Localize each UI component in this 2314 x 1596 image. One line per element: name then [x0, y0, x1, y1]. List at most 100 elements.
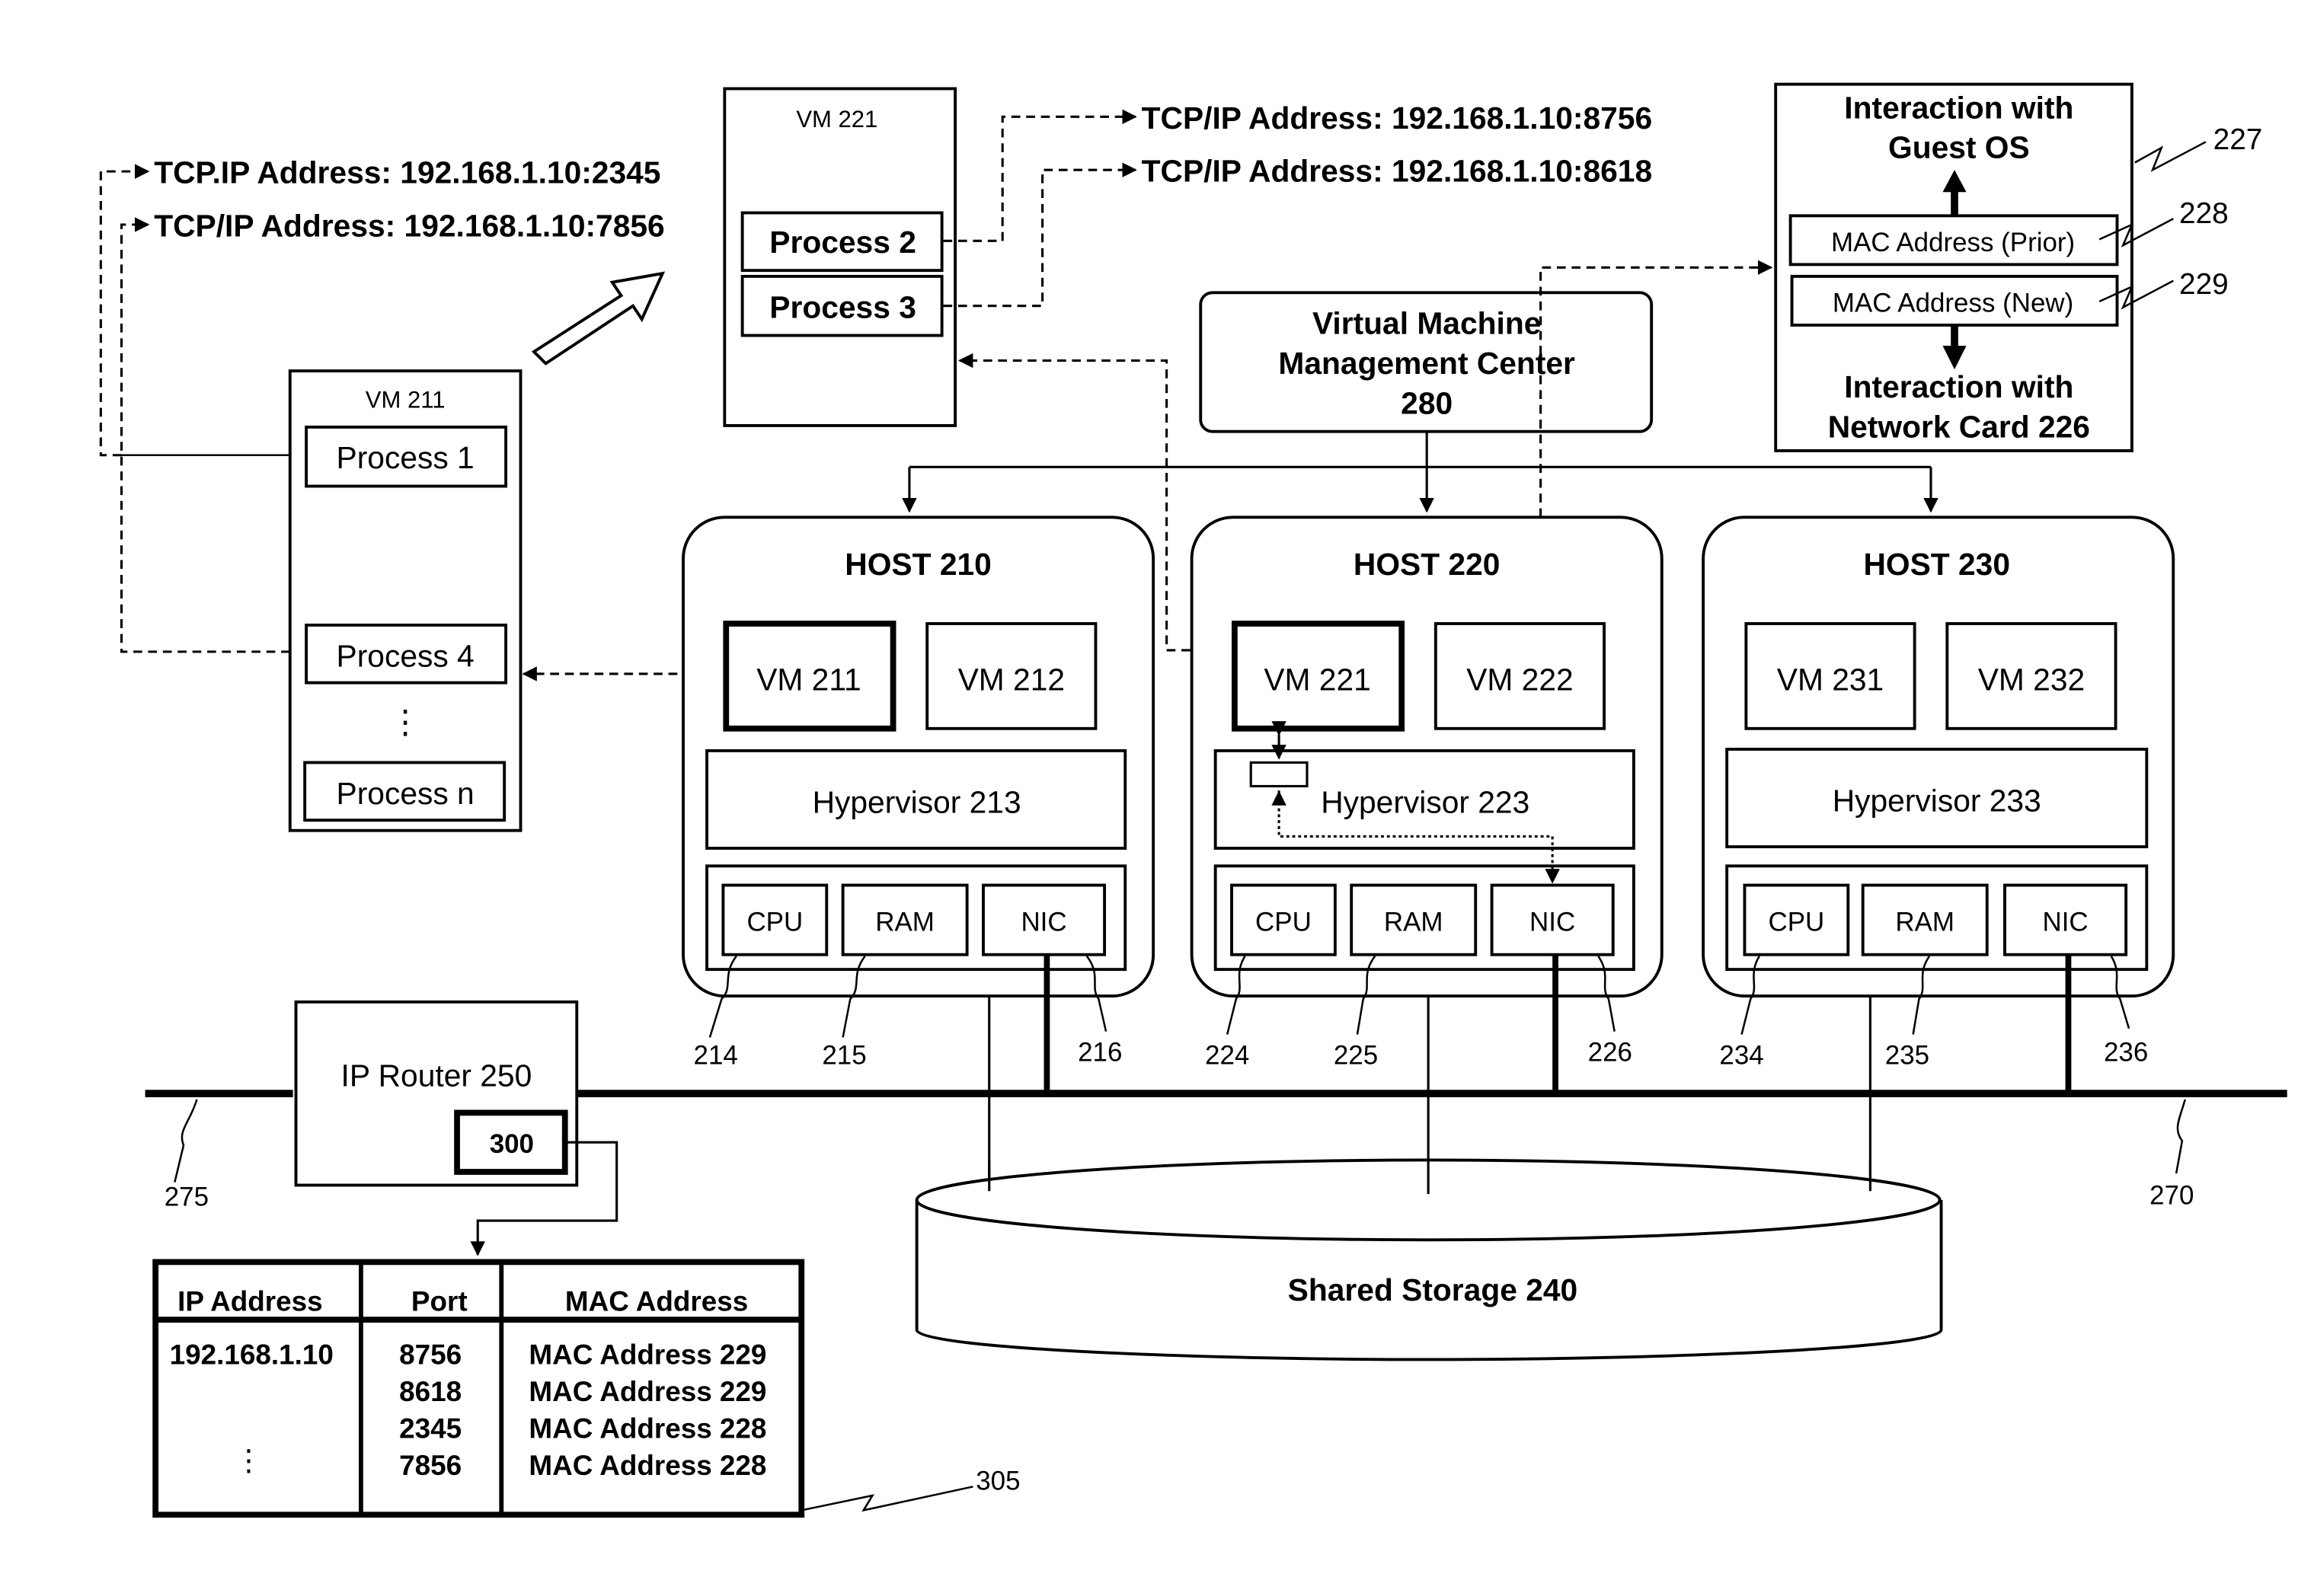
vm-232[interactable]: VM 232: [1945, 622, 2117, 730]
svg-text:TCP/IP Address: 192.168.1.10:8: TCP/IP Address: 192.168.1.10:8618: [1142, 154, 1653, 189]
svg-text:HOST 220: HOST 220: [1354, 547, 1501, 582]
nic-216[interactable]: NIC: [982, 883, 1107, 956]
tcp-label-process-3: TCP/IP Address: 192.168.1.10:8618: [943, 154, 1653, 308]
ref-228: 228: [2179, 197, 2229, 230]
svg-text:VM 222: VM 222: [1466, 662, 1573, 697]
vm221-detail-title: VM 221: [796, 106, 877, 132]
svg-text:HOST 210: HOST 210: [845, 547, 992, 582]
ram-235[interactable]: RAM: [1861, 883, 1989, 956]
svg-text:CPU: CPU: [1769, 908, 1825, 937]
svg-text:CPU: CPU: [1255, 908, 1312, 937]
svg-text:RAM: RAM: [875, 908, 935, 937]
col-header-ip: IP Address: [177, 1285, 323, 1317]
ref-235: 235: [1885, 1040, 1929, 1070]
nic-226[interactable]: NIC: [1490, 883, 1615, 956]
vm211-detail-panel: VM 211 Process 1 Process 4 ⋮ Process n: [288, 369, 523, 832]
svg-text:Shared Storage 240: Shared Storage 240: [1288, 1272, 1577, 1307]
table-row: 8756 MAC Address 229: [399, 1339, 766, 1370]
svg-text:MAC Address 229: MAC Address 229: [529, 1339, 766, 1370]
table-row: 2345 MAC Address 228: [399, 1412, 766, 1444]
vm-221[interactable]: VM 221: [1232, 621, 1405, 732]
ref-226: 226: [1588, 1037, 1632, 1067]
table-row: 7856 MAC Address 228: [399, 1450, 766, 1481]
shared-storage-240[interactable]: Shared Storage 240: [915, 1158, 1943, 1361]
svg-text:MAC Address (Prior): MAC Address (Prior): [1831, 228, 2075, 257]
svg-text:8756: 8756: [399, 1339, 462, 1370]
vm211-detail-title: VM 211: [366, 387, 446, 413]
mac-translation-module[interactable]: [1249, 761, 1309, 788]
hypervisor-233[interactable]: Hypervisor 233: [1725, 748, 2149, 848]
ref-225: 225: [1334, 1040, 1378, 1070]
table-row: 8618 MAC Address 229: [399, 1376, 766, 1407]
ref-236: 236: [2104, 1037, 2148, 1067]
ram-225[interactable]: RAM: [1350, 883, 1478, 956]
svg-text:VM 231: VM 231: [1777, 662, 1884, 697]
vm-212[interactable]: VM 212: [925, 622, 1098, 730]
vm-211[interactable]: VM 211: [723, 621, 897, 732]
svg-text:TCP/IP Address: 192.168.1.10:7: TCP/IP Address: 192.168.1.10:7856: [154, 209, 665, 244]
svg-text:300: 300: [490, 1129, 534, 1159]
ref-215: 215: [822, 1040, 866, 1070]
svg-text:Guest OS: Guest OS: [1888, 130, 2030, 165]
cell-ip: 192.168.1.10: [170, 1339, 334, 1370]
ref-214: 214: [694, 1040, 738, 1070]
svg-text:TCP.IP Address: 192.168.1.10:2: TCP.IP Address: 192.168.1.10:2345: [154, 155, 660, 190]
process-4-box[interactable]: Process 4: [305, 623, 508, 685]
ram-215[interactable]: RAM: [841, 883, 969, 956]
vm-migration-diagram: TCP.IP Address: 192.168.1.10:2345 TCP/IP…: [99, 82, 2287, 1518]
svg-text:CPU: CPU: [746, 908, 803, 937]
cpu-224[interactable]: CPU: [1230, 883, 1337, 956]
vm-222[interactable]: VM 222: [1433, 622, 1606, 730]
process-1-box[interactable]: Process 1: [305, 425, 508, 488]
svg-text:NIC: NIC: [1529, 908, 1575, 937]
svg-text:Process 2: Process 2: [769, 225, 916, 260]
svg-text:TCP/IP Address: 192.168.1.10:8: TCP/IP Address: 192.168.1.10:8756: [1142, 101, 1653, 136]
svg-text:Network Card 226: Network Card 226: [1828, 409, 2090, 444]
mapping-module-300[interactable]: 300: [454, 1109, 568, 1175]
svg-text:VM 212: VM 212: [958, 662, 1065, 697]
svg-text:Management Center: Management Center: [1278, 346, 1575, 381]
hypervisor-213[interactable]: Hypervisor 213: [705, 749, 1127, 850]
cpu-234[interactable]: CPU: [1743, 883, 1850, 956]
svg-text:VM 211: VM 211: [756, 662, 861, 697]
svg-text:NIC: NIC: [2043, 908, 2089, 937]
vm-management-center[interactable]: Virtual Machine Management Center 280: [1199, 291, 1654, 433]
svg-text:MAC Address 229: MAC Address 229: [529, 1376, 766, 1407]
ref-224: 224: [1205, 1040, 1249, 1070]
mac-address-new[interactable]: MAC Address (New): [1790, 274, 2119, 327]
vm221-detail-panel: VM 221 Process 2 Process 3: [723, 87, 957, 427]
svg-text:VM 232: VM 232: [1978, 662, 2085, 697]
svg-text:280: 280: [1401, 385, 1453, 420]
host-220[interactable]: HOST 220 VM 221 VM 222 Hypervisor 223 CP…: [1190, 516, 1664, 998]
svg-text:Interaction with: Interaction with: [1844, 369, 2073, 404]
process-n-box[interactable]: Process n: [303, 761, 507, 822]
svg-text:Process 3: Process 3: [769, 289, 916, 324]
svg-text:RAM: RAM: [1895, 908, 1954, 937]
mac-address-panel: Interaction with Guest OS MAC Address (P…: [1774, 82, 2133, 452]
ref-216: 216: [1078, 1037, 1122, 1067]
mapping-table-305: IP Address Port MAC Address 192.168.1.10…: [152, 1259, 805, 1518]
ref-275: 275: [165, 1183, 209, 1212]
ref-229: 229: [2179, 268, 2229, 301]
svg-text:2345: 2345: [399, 1412, 462, 1444]
process-2-box[interactable]: Process 2: [740, 211, 944, 273]
svg-text:RAM: RAM: [1384, 908, 1443, 937]
svg-text:Process n: Process n: [337, 776, 475, 811]
host-210[interactable]: HOST 210 VM 211 VM 212 Hypervisor 213 CP…: [682, 516, 1155, 998]
svg-text:7856: 7856: [399, 1450, 462, 1481]
svg-text:HOST 230: HOST 230: [1863, 547, 2010, 582]
ref-227: 227: [2213, 123, 2263, 156]
ref-234: 234: [1719, 1040, 1763, 1070]
svg-text:VM 221: VM 221: [1264, 662, 1370, 697]
migration-arrow-icon: [531, 271, 666, 365]
svg-text:Hypervisor 223: Hypervisor 223: [1321, 784, 1529, 819]
vm-231[interactable]: VM 231: [1744, 622, 1916, 730]
ip-ellipsis: ⋮: [234, 1444, 264, 1477]
mac-address-prior[interactable]: MAC Address (Prior): [1788, 214, 2119, 267]
process-3-box[interactable]: Process 3: [740, 274, 944, 337]
nic-236[interactable]: NIC: [2003, 883, 2128, 956]
host-230[interactable]: HOST 230 VM 231 VM 232 Hypervisor 233 CP…: [1702, 516, 2175, 998]
cpu-214[interactable]: CPU: [721, 883, 829, 956]
ip-router-250[interactable]: IP Router 250 300: [294, 1000, 579, 1187]
col-header-mac: MAC Address: [565, 1285, 748, 1317]
